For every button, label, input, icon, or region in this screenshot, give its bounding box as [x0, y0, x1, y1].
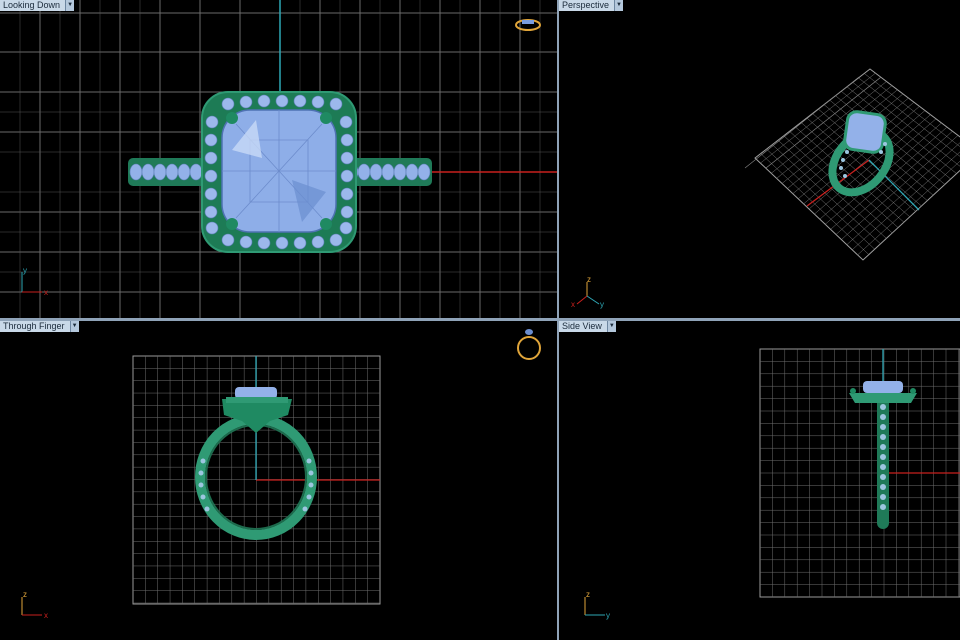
- chevron-down-icon[interactable]: ▼: [614, 0, 624, 11]
- axis-label-a: y: [23, 266, 27, 275]
- perspective-grid: [744, 68, 960, 261]
- axis-label-a: z: [586, 590, 590, 599]
- axis-label-b: x: [44, 288, 48, 297]
- viewport-splitter-horizontal[interactable]: [0, 318, 960, 321]
- viewport-label-looking-down[interactable]: Looking Down ▼: [0, 0, 75, 11]
- viewport-perspective[interactable]: z x y Perspective ▼: [559, 0, 960, 318]
- axis-label-b: y: [606, 611, 610, 620]
- axis-label-c: y: [600, 300, 604, 309]
- axis-gizmo-front: [21, 597, 42, 616]
- axis-gizmo-top: [21, 272, 42, 293]
- viewport-label-perspective[interactable]: Perspective ▼: [559, 0, 624, 11]
- center-stone-side: [863, 381, 903, 393]
- viewport-title: Side View: [559, 321, 607, 332]
- axis-gizmo-perspective: [576, 282, 600, 305]
- axis-label-b: x: [571, 300, 575, 309]
- axis-label-a: z: [23, 590, 27, 599]
- axis-label-b: x: [44, 611, 48, 620]
- ring-orientation-icon[interactable]: [517, 329, 541, 360]
- viewport-title: Perspective: [559, 0, 615, 11]
- chevron-down-icon[interactable]: ▼: [65, 0, 75, 11]
- chevron-down-icon[interactable]: ▼: [69, 321, 79, 332]
- side-view-canvas: z y: [584, 348, 960, 620]
- center-stone-perspective: [843, 110, 887, 154]
- axis-gizmo-side: [584, 597, 605, 616]
- setting-head-side: [849, 393, 917, 403]
- looking-down-canvas: y x: [0, 0, 557, 318]
- chevron-down-icon[interactable]: ▼: [606, 321, 616, 332]
- viewport-looking-down[interactable]: y x Looking Down ▼: [0, 0, 557, 318]
- perspective-canvas: z x y: [571, 68, 960, 309]
- viewport-label-side-view[interactable]: Side View ▼: [559, 321, 616, 332]
- viewport-label-through-finger[interactable]: Through Finger ▼: [0, 321, 79, 332]
- viewport-through-finger[interactable]: z x Through Finger ▼: [0, 321, 557, 640]
- through-finger-canvas: z x: [21, 329, 541, 620]
- viewport-title: Through Finger: [0, 321, 70, 332]
- axis-label-a: z: [587, 275, 591, 284]
- viewport-title: Looking Down: [0, 0, 66, 11]
- viewport-side-view[interactable]: z y Side View ▼: [559, 321, 960, 640]
